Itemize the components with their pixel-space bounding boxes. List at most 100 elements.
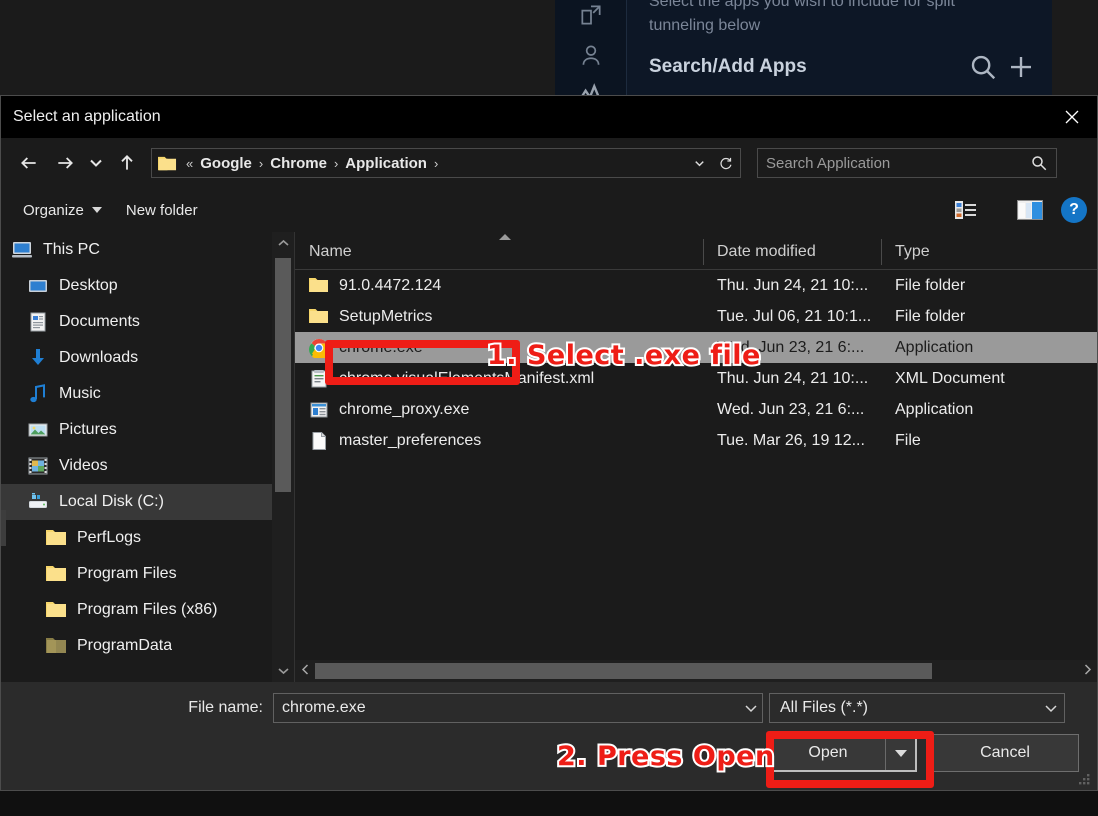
this-pc-icon bbox=[11, 239, 33, 261]
search-box[interactable] bbox=[757, 148, 1057, 178]
search-input[interactable] bbox=[766, 155, 1030, 172]
sidebar-item-music[interactable]: Music bbox=[1, 376, 294, 412]
close-button[interactable] bbox=[1047, 96, 1097, 138]
view-options-button[interactable] bbox=[949, 195, 983, 225]
hscroll-right-button[interactable] bbox=[1077, 664, 1097, 678]
sidebar-item-this-pc[interactable]: This PC bbox=[1, 232, 294, 268]
column-header-type[interactable]: Type bbox=[881, 243, 1097, 269]
sidebar-item-label: This PC bbox=[43, 241, 100, 259]
hscroll-thumb[interactable] bbox=[315, 663, 932, 679]
file-date-cell: Wed. Jun 23, 21 6:... bbox=[703, 401, 881, 419]
filename-dropdown-button[interactable] bbox=[744, 701, 758, 715]
breadcrumb-overflow[interactable]: « bbox=[183, 156, 196, 171]
open-button-group[interactable]: Open bbox=[769, 734, 917, 772]
navigation-tree: This PC Desktop bbox=[1, 232, 294, 682]
file-date-cell: Tue. Jul 06, 21 10:1... bbox=[703, 308, 881, 326]
preview-pane-button[interactable] bbox=[995, 195, 1049, 225]
sidebar-item-label: Videos bbox=[59, 457, 108, 475]
sidebar-item-documents[interactable]: Documents bbox=[1, 304, 294, 340]
tree-scroll-up-button[interactable] bbox=[272, 232, 294, 254]
breadcrumb-item-google[interactable]: Google bbox=[196, 155, 256, 172]
sidebar-item-label: Documents bbox=[59, 313, 140, 331]
sort-ascending-icon bbox=[499, 234, 511, 240]
plus-icon[interactable] bbox=[1006, 52, 1036, 82]
sidebar-item-programdata[interactable]: ProgramData bbox=[1, 628, 294, 664]
file-list-horizontal-scrollbar[interactable] bbox=[295, 660, 1097, 682]
file-date-cell: Tue. Mar 26, 19 12... bbox=[703, 432, 881, 450]
sidebar-item-label: Pictures bbox=[59, 421, 117, 439]
arrow-right-icon bbox=[55, 153, 75, 173]
file-type-filter-dropdown[interactable]: All Files (*.*) bbox=[769, 693, 1065, 723]
address-dropdown-button[interactable] bbox=[686, 149, 712, 177]
table-row[interactable]: SetupMetrics Tue. Jul 06, 21 10:1... Fil… bbox=[295, 301, 1097, 332]
file-rows: 91.0.4472.124 Thu. Jun 24, 21 10:... Fil… bbox=[295, 270, 1097, 660]
forward-button[interactable] bbox=[47, 145, 83, 181]
view-options-dropdown[interactable] bbox=[983, 195, 995, 225]
person-icon[interactable] bbox=[578, 42, 604, 68]
breadcrumb-separator[interactable]: › bbox=[431, 156, 441, 171]
organize-button[interactable]: Organize bbox=[11, 195, 114, 225]
resize-grip-icon[interactable] bbox=[1077, 772, 1091, 786]
file-type-cell: File bbox=[881, 432, 1097, 450]
back-button[interactable] bbox=[11, 145, 47, 181]
open-split-button[interactable] bbox=[885, 736, 915, 770]
cancel-button[interactable]: Cancel bbox=[931, 734, 1079, 772]
caret-down-icon bbox=[92, 207, 102, 213]
up-button[interactable] bbox=[109, 145, 145, 181]
breadcrumb-separator[interactable]: › bbox=[331, 156, 341, 171]
tree-scrollbar-thumb[interactable] bbox=[275, 258, 291, 492]
arrow-left-icon bbox=[19, 153, 39, 173]
sidebar-item-program-files-x86[interactable]: Program Files (x86) bbox=[1, 592, 294, 628]
sidebar-item-videos[interactable]: Videos bbox=[1, 448, 294, 484]
search-icon[interactable] bbox=[968, 52, 998, 82]
hscroll-left-button[interactable] bbox=[295, 664, 315, 678]
sidebar-item-pictures[interactable]: Pictures bbox=[1, 412, 294, 448]
annotation-text-step2: 2. Press Open bbox=[557, 741, 775, 772]
sidebar-item-downloads[interactable]: Downloads bbox=[1, 340, 294, 376]
desktop-icon bbox=[27, 275, 49, 297]
address-bar[interactable]: « Google › Chrome › Application › bbox=[151, 148, 741, 178]
file-icon bbox=[309, 431, 329, 451]
sidebar-item-perflogs[interactable]: PerfLogs bbox=[1, 520, 294, 556]
hscroll-track[interactable] bbox=[315, 660, 1077, 682]
breadcrumb-item-chrome[interactable]: Chrome bbox=[266, 155, 331, 172]
tree-scrollbar[interactable] bbox=[272, 232, 294, 682]
dialog-footer: File name: All Files (*.*) bbox=[1, 682, 1097, 790]
share-icon[interactable] bbox=[578, 2, 604, 28]
filename-field[interactable] bbox=[273, 693, 763, 723]
help-button[interactable]: ? bbox=[1061, 197, 1087, 223]
table-row[interactable]: chrome_proxy.exe Wed. Jun 23, 21 6:... A… bbox=[295, 394, 1097, 425]
refresh-button[interactable] bbox=[712, 149, 738, 177]
file-name-cell: SetupMetrics bbox=[295, 307, 703, 327]
dialog-content: This PC Desktop bbox=[1, 232, 1097, 682]
new-folder-label: New folder bbox=[126, 202, 198, 219]
refresh-icon bbox=[718, 156, 733, 171]
column-header-date-modified[interactable]: Date modified bbox=[703, 243, 881, 269]
filename-label: File name: bbox=[1, 699, 273, 717]
column-header-name[interactable]: Name bbox=[295, 243, 703, 269]
file-name-label: chrome.visualElementsManifest.xml bbox=[339, 370, 594, 388]
breadcrumb-separator[interactable]: › bbox=[256, 156, 266, 171]
chevron-down-icon bbox=[86, 153, 106, 173]
column-headers: Name Date modified Type bbox=[295, 232, 1097, 270]
breadcrumb-item-application[interactable]: Application bbox=[341, 155, 431, 172]
filename-input[interactable] bbox=[282, 699, 744, 717]
table-row[interactable]: 91.0.4472.124 Thu. Jun 24, 21 10:... Fil… bbox=[295, 270, 1097, 301]
sidebar-item-desktop[interactable]: Desktop bbox=[1, 268, 294, 304]
table-row[interactable]: master_preferences Tue. Mar 26, 19 12...… bbox=[295, 425, 1097, 456]
chevron-down-icon bbox=[278, 667, 289, 675]
new-folder-button[interactable]: New folder bbox=[114, 195, 210, 225]
recent-locations-button[interactable] bbox=[83, 145, 109, 181]
videos-icon bbox=[27, 455, 49, 477]
sidebar-item-program-files[interactable]: Program Files bbox=[1, 556, 294, 592]
sidebar-item-local-disk-c[interactable]: Local Disk (C:) bbox=[1, 484, 294, 520]
chevron-down-icon bbox=[692, 156, 707, 171]
footer-buttons: Open Cancel bbox=[769, 734, 1079, 772]
open-button[interactable]: Open bbox=[771, 736, 885, 770]
sidebar-item-label: Desktop bbox=[59, 277, 118, 295]
annotation-text-step1: 1. Select .exe file bbox=[487, 340, 761, 371]
tree-scroll-secondary bbox=[1, 510, 6, 546]
tree-scroll-down-button[interactable] bbox=[272, 660, 294, 682]
file-name-cell: master_preferences bbox=[295, 431, 703, 451]
search-icon[interactable] bbox=[1030, 154, 1048, 172]
